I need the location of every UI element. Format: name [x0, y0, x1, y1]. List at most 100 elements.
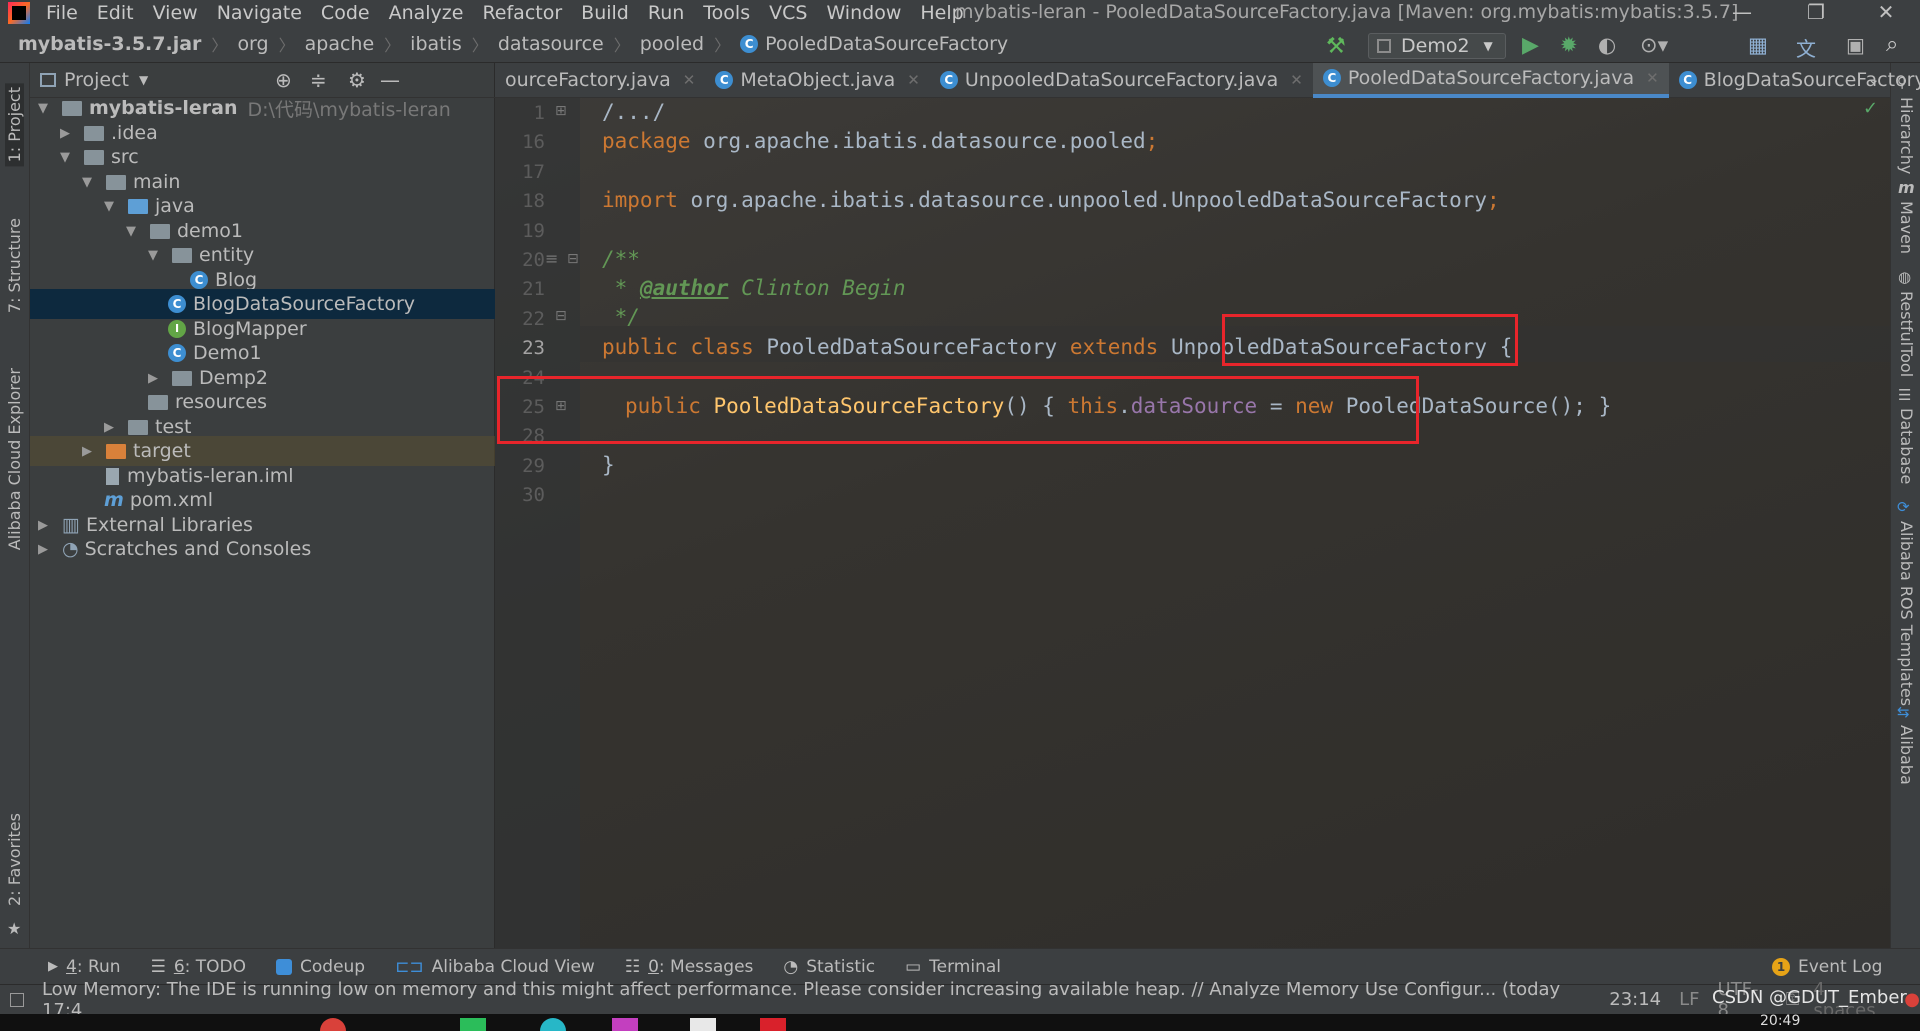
breadcrumb-class[interactable]: PooledDataSourceFactory	[765, 33, 1008, 55]
line-separator[interactable]: LF	[1679, 989, 1699, 1010]
close-icon[interactable]: ✕	[1290, 71, 1303, 89]
expand-arrow-icon[interactable]: ▼	[126, 224, 140, 239]
build-hammer-icon[interactable]: ⚒	[1326, 34, 1346, 59]
tab-pooleddatasourcefactory[interactable]: C PooledDataSourceFactory.java ✕	[1312, 62, 1669, 98]
breadcrumb-pooled[interactable]: pooled	[640, 33, 704, 55]
tool-database[interactable]: Database	[1897, 408, 1916, 484]
expand-arrow-icon[interactable]: ▶	[82, 444, 96, 459]
breadcrumb-org[interactable]: org	[237, 33, 268, 55]
debug-icon[interactable]: ✹	[1560, 33, 1578, 57]
taskbar-app-icon[interactable]	[760, 1018, 786, 1031]
tab-metaobject[interactable]: C MetaObject.java ✕	[705, 63, 929, 98]
import-name: org.apache.ibatis.datasource.unpooled.Un…	[677, 188, 1488, 212]
breadcrumb-ibatis[interactable]: ibatis	[410, 33, 462, 55]
tool-alibaba-ros[interactable]: Alibaba ROS Templates	[1897, 521, 1916, 706]
menu-window[interactable]: Window	[826, 2, 901, 24]
tool-messages[interactable]: ☷ 0: Messages	[625, 957, 754, 977]
status-toggle-icon[interactable]	[10, 992, 24, 1007]
close-icon[interactable]: ✕	[907, 71, 920, 89]
menu-tools[interactable]: Tools	[703, 2, 750, 24]
tool-statistic[interactable]: ◔ Statistic	[783, 957, 875, 977]
expand-arrow-icon[interactable]: ▶	[148, 371, 162, 386]
expand-arrow-icon[interactable]: ▶	[60, 126, 74, 141]
taskbar-app-icon[interactable]	[690, 1018, 716, 1031]
expand-arrow-icon[interactable]: ▼	[60, 150, 74, 165]
locate-icon[interactable]: ⊕	[275, 68, 292, 92]
minimize-icon[interactable]: —	[1712, 0, 1772, 26]
window-layout-icon[interactable]: ▣	[1846, 33, 1865, 57]
translate-icon[interactable]: 文	[1796, 33, 1816, 62]
event-log[interactable]: 1 Event Log	[1772, 957, 1882, 977]
tool-run[interactable]: ▶ 4: Run	[48, 957, 121, 977]
tool-label: Alibaba Cloud View	[431, 956, 595, 977]
tool-alibaba-cloud-explorer[interactable]: Alibaba Cloud Explorer	[5, 368, 24, 550]
tool-codeup[interactable]: Codeup	[276, 957, 365, 977]
menu-analyze[interactable]: Analyze	[389, 2, 464, 24]
tool-restfultool[interactable]: RestfulTool	[1897, 291, 1916, 377]
fold-icon[interactable]: ⊟	[555, 308, 567, 324]
tool-alibaba-cloud-view[interactable]: ⊏⊐ Alibaba Cloud View	[395, 957, 595, 977]
menu-navigate[interactable]: Navigate	[217, 2, 302, 24]
expand-arrow-icon[interactable]: ▼	[38, 101, 52, 116]
tab-unpooleddatasourcefactory[interactable]: C UnpooledDataSourceFactory.java ✕	[930, 63, 1313, 98]
coverage-icon[interactable]: ◐	[1598, 33, 1616, 57]
expand-arrow-icon[interactable]: ▶	[38, 542, 52, 557]
tabs-overflow-icon[interactable]: ⌄	[1867, 70, 1880, 88]
taskbar-app-icon[interactable]	[320, 1018, 346, 1031]
tool-terminal[interactable]: ▭ Terminal	[905, 957, 1001, 977]
close-icon[interactable]: ✕	[1646, 69, 1659, 87]
fold-icon[interactable]: ⊞	[555, 103, 567, 119]
tool-structure[interactable]: 7: Structure	[5, 218, 24, 313]
taskbar-app-icon[interactable]	[540, 1018, 566, 1031]
expand-arrow-icon[interactable]: ▶	[38, 518, 52, 533]
expand-arrow-icon[interactable]: ▼	[148, 248, 162, 263]
project-structure-icon[interactable]: ▦	[1748, 33, 1768, 57]
breadcrumb-apache[interactable]: apache	[305, 33, 375, 55]
run-config-select[interactable]: Demo2 ▼	[1368, 33, 1506, 59]
tool-favorites[interactable]: 2: Favorites	[5, 813, 24, 906]
menu-build[interactable]: Build	[581, 2, 629, 24]
expand-arrow-icon[interactable]: ▼	[104, 199, 118, 214]
tool-hierarchy[interactable]: Hierarchy	[1897, 97, 1916, 174]
fold-icon[interactable]: ⊟	[567, 251, 579, 267]
restore-icon[interactable]: ❐	[1786, 0, 1846, 26]
menu-code[interactable]: Code	[321, 2, 370, 24]
menu-view[interactable]: View	[153, 2, 198, 24]
collapse-all-icon[interactable]: ≑	[310, 68, 327, 92]
chevron-down-icon[interactable]: ▼	[139, 73, 148, 87]
project-panel-title[interactable]: Project	[64, 69, 129, 91]
taskbar-app-icon[interactable]	[612, 1018, 638, 1031]
implementation-icon[interactable]: ≡	[545, 249, 558, 268]
expand-arrow-icon[interactable]: ▼	[82, 175, 96, 190]
tool-maven[interactable]: Maven	[1897, 201, 1916, 254]
tab-sourcefactory[interactable]: ourceFactory.java ✕	[495, 63, 705, 98]
tree-item-scratches[interactable]: ▶ ◔ Scratches and Consoles	[30, 534, 495, 564]
close-icon[interactable]: ✕	[1856, 0, 1916, 26]
folder-icon	[128, 419, 148, 435]
csdn-watermark: CSDN @GDUT_Ember	[1712, 987, 1907, 1008]
gear-icon[interactable]: ⚙	[348, 68, 366, 92]
hide-icon[interactable]: —	[380, 68, 400, 92]
tool-project[interactable]: 1: Project	[5, 83, 24, 167]
close-icon[interactable]: ✕	[683, 71, 696, 89]
caret-position[interactable]: 23:14	[1609, 989, 1661, 1010]
expand-arrow-icon[interactable]: ▶	[104, 420, 118, 435]
menu-edit[interactable]: Edit	[97, 2, 134, 24]
tool-label: Event Log	[1798, 956, 1883, 977]
menu-run[interactable]: Run	[648, 2, 684, 24]
profiler-icon[interactable]: ⊙▾	[1640, 33, 1668, 57]
tool-alibaba[interactable]: Alibaba	[1897, 725, 1916, 785]
breadcrumb-datasource[interactable]: datasource	[498, 33, 604, 55]
taskbar-app-icon[interactable]	[460, 1018, 486, 1031]
tool-todo[interactable]: ☰ 6: TODO	[151, 957, 246, 977]
menu-file[interactable]: File	[46, 2, 78, 24]
breadcrumb-jar[interactable]: mybatis-3.5.7.jar	[18, 33, 201, 55]
run-icon[interactable]: ▶	[1522, 33, 1539, 58]
menu-vcs[interactable]: VCS	[769, 2, 807, 24]
tab-label: BlogDataSourceFactory.	[1703, 69, 1920, 91]
search-icon[interactable]: ⌕	[1886, 32, 1898, 57]
line-number: 20	[522, 249, 545, 271]
menu-refactor[interactable]: Refactor	[482, 2, 562, 24]
code-editor[interactable]: 1 16 17 18 19 20 21 22 23 24 25 28 29 30…	[495, 98, 1890, 948]
tab-blogdatasourcefactory[interactable]: C BlogDataSourceFactory.	[1669, 63, 1920, 98]
